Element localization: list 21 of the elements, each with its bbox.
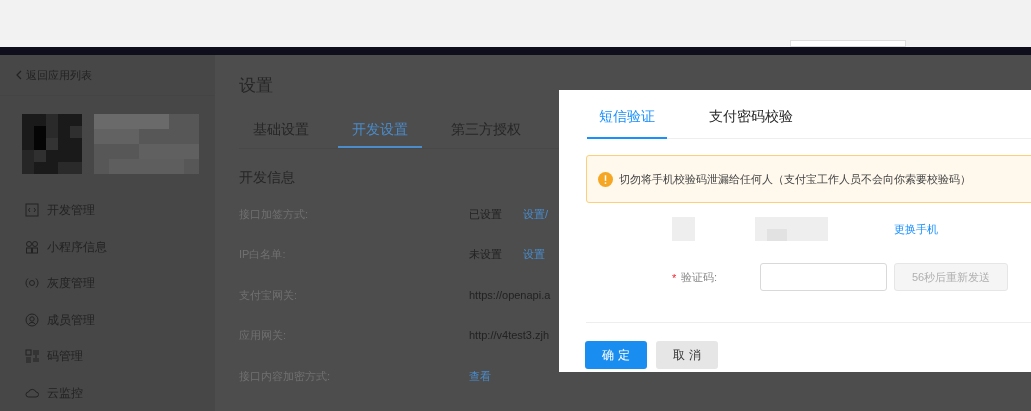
tab[interactable]: 短信验证 <box>587 106 667 139</box>
broadcast-icon <box>25 276 39 291</box>
tab[interactable]: 开发设置 <box>338 118 422 148</box>
grid-icon <box>25 239 39 254</box>
tab[interactable]: 支付密码校验 <box>697 106 805 139</box>
cancel-button[interactable]: 取 消 <box>656 341 718 369</box>
warning-icon <box>598 171 613 187</box>
confirm-button[interactable]: 确 定 <box>585 341 647 369</box>
code-icon <box>25 203 39 218</box>
chevron-left-icon <box>16 70 22 80</box>
action-link[interactable]: 设置 <box>523 246 545 263</box>
pixelated-avatar-drawing <box>22 114 82 174</box>
action-link[interactable]: 设置/ <box>523 205 549 222</box>
code-label: 验证码: <box>681 269 719 285</box>
required-asterisk: * <box>672 272 677 284</box>
qr-code-icon <box>25 349 39 364</box>
user-icon <box>25 312 39 327</box>
change-phone-link[interactable]: 更换手机 <box>894 220 938 238</box>
action-link[interactable]: 查看 <box>469 367 491 384</box>
warning-text: 切勿将手机校验码泄漏给任何人（支付宝工作人员不会向你索要校验码） <box>619 171 971 187</box>
code-input[interactable] <box>760 263 887 291</box>
